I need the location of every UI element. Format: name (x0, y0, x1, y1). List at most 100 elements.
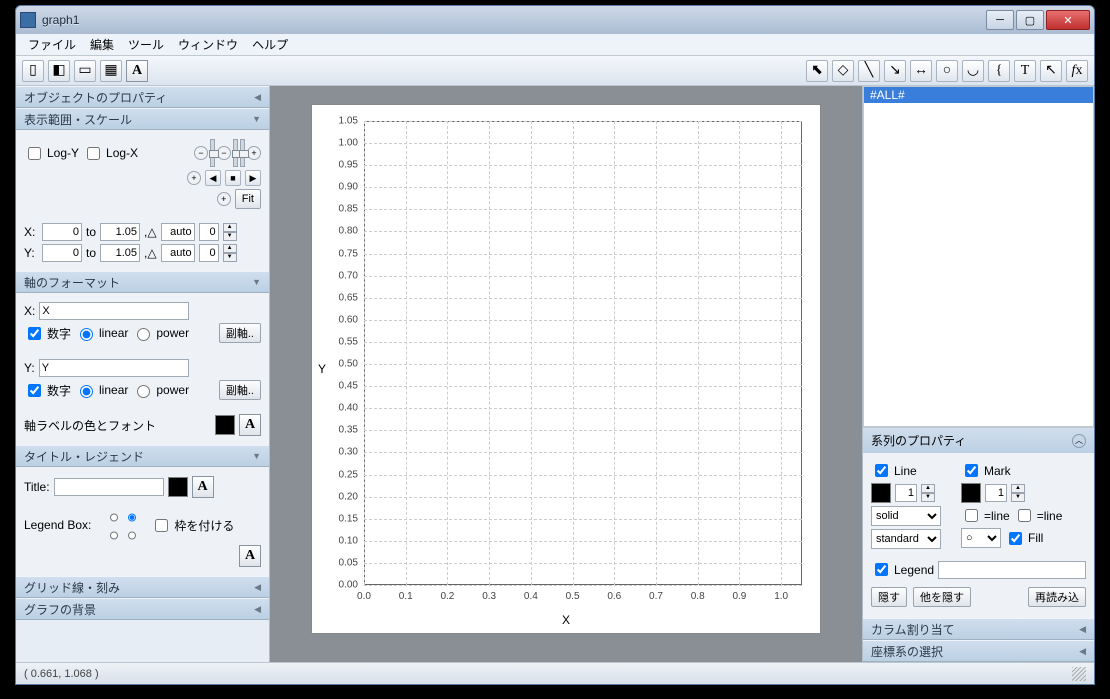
line-width-spinner[interactable]: ▲▼ (921, 484, 935, 502)
x-to-input[interactable] (100, 223, 140, 241)
select-tool[interactable]: ↖ (1040, 60, 1062, 82)
pointer-tool[interactable]: ⬉ (806, 60, 828, 82)
arc-tool[interactable]: ◡ (962, 60, 984, 82)
y-from-input[interactable] (42, 244, 82, 262)
section-axis-format[interactable]: 軸のフォーマット▼ (16, 271, 269, 293)
font-button[interactable]: A (126, 60, 148, 82)
section-series-properties[interactable]: 系列のプロパティ︿ (863, 428, 1094, 453)
series-item-all[interactable]: #ALL# (864, 87, 1093, 103)
legend-frame-checkbox[interactable]: 枠を付ける (151, 516, 234, 535)
minimize-button[interactable]: ─ (986, 10, 1014, 30)
logy-checkbox[interactable]: Log-Y (24, 144, 79, 163)
zoom-in-icon[interactable]: + (247, 146, 261, 160)
title-font-button[interactable]: A (192, 476, 214, 498)
line-checkbox[interactable]: Line (871, 461, 917, 480)
scale-slider-1[interactable] (210, 139, 215, 167)
axis-color-swatch[interactable] (215, 415, 235, 435)
scale-slider-3[interactable] (240, 139, 245, 167)
text-tool[interactable]: T (1014, 60, 1036, 82)
mark-eqline-checkbox[interactable]: =line (961, 506, 1010, 525)
close-button[interactable]: ✕ (1046, 10, 1090, 30)
menu-file[interactable]: ファイル (22, 34, 82, 55)
line-color-swatch[interactable] (871, 483, 891, 503)
layout3-button[interactable]: ▭ (74, 60, 96, 82)
section-range-scale[interactable]: 表示範囲・スケール▼ (16, 108, 269, 130)
plot-area[interactable] (364, 121, 802, 585)
menu-tool[interactable]: ツール (122, 34, 170, 55)
mark-shape-select[interactable]: ○ (961, 528, 1001, 548)
x-num-checkbox[interactable]: 数字 (24, 324, 71, 343)
menu-edit[interactable]: 編集 (84, 34, 120, 55)
legend-checkbox[interactable]: Legend (871, 560, 934, 579)
zoom-in-y-icon[interactable]: + (187, 171, 201, 185)
y-power-radio[interactable]: power (132, 382, 189, 398)
brace-tool[interactable]: { (988, 60, 1010, 82)
section-coord-select[interactable]: 座標系の選択◀ (863, 640, 1094, 662)
titlebar[interactable]: graph1 ─ ▢ ✕ (16, 6, 1094, 34)
y-step-input[interactable] (199, 244, 219, 262)
x-from-input[interactable] (42, 223, 82, 241)
line-style-select[interactable]: solid (871, 506, 941, 526)
menu-window[interactable]: ウィンドウ (172, 34, 244, 55)
nav-stop-icon[interactable]: ■ (225, 170, 241, 186)
nav-left-icon[interactable]: ◀ (205, 170, 221, 186)
zoom-out-y-icon[interactable]: − (194, 146, 208, 160)
axis-font-button[interactable]: A (239, 414, 261, 436)
hide-others-button[interactable]: 他を隠す (913, 587, 971, 607)
layout2-button[interactable]: ◧ (48, 60, 70, 82)
line-type-select[interactable]: standard (871, 529, 941, 549)
section-background[interactable]: グラフの背景◀ (16, 598, 269, 620)
series-list[interactable]: #ALL# (863, 86, 1094, 427)
layout4-button[interactable]: ▦ (100, 60, 122, 82)
x-step-input[interactable] (199, 223, 219, 241)
y-spinner[interactable]: ▲▼ (223, 244, 237, 262)
fx-tool[interactable]: fx (1066, 60, 1088, 82)
logx-checkbox[interactable]: Log-X (83, 144, 138, 163)
x-spinner[interactable]: ▲▼ (223, 223, 237, 241)
x-subaxis-button[interactable]: 副軸.. (219, 323, 261, 343)
plot-viewport[interactable]: Y X 0.00.10.20.30.40.50.60.70.80.91.00.0… (270, 86, 862, 662)
legend-pos-3[interactable] (110, 529, 118, 542)
title-input[interactable] (54, 478, 164, 496)
circle-tool[interactable]: ○ (936, 60, 958, 82)
nav-right-icon[interactable]: ▶ (245, 170, 261, 186)
y-subaxis-button[interactable]: 副軸.. (219, 380, 261, 400)
arrow-tool[interactable]: ↘ (884, 60, 906, 82)
line-width-input[interactable] (895, 484, 917, 502)
double-arrow-tool[interactable]: ↔ (910, 60, 932, 82)
x-linear-radio[interactable]: linear (75, 325, 128, 341)
line-tool[interactable]: ╲ (858, 60, 880, 82)
title-color-swatch[interactable] (168, 477, 188, 497)
fit-button[interactable]: Fit (235, 189, 261, 209)
resize-grip-icon[interactable] (1072, 667, 1086, 681)
section-title-legend[interactable]: タイトル・レジェンド▼ (16, 445, 269, 467)
menu-help[interactable]: ヘルプ (246, 34, 294, 55)
mark-fill-checkbox[interactable]: Fill (1005, 529, 1043, 548)
legend-pos-2[interactable] (128, 511, 136, 524)
legend-text-input[interactable] (938, 561, 1086, 579)
hide-button[interactable]: 隠す (871, 587, 907, 607)
mark-size-input[interactable] (985, 484, 1007, 502)
mark-size-spinner[interactable]: ▲▼ (1011, 484, 1025, 502)
scale-slider-2[interactable] (233, 139, 238, 167)
y-num-checkbox[interactable]: 数字 (24, 381, 71, 400)
mark-eqline2-checkbox[interactable]: =line (1014, 506, 1063, 525)
y-to-input[interactable] (100, 244, 140, 262)
legend-pos-4[interactable] (128, 529, 136, 542)
y-label-input[interactable] (39, 359, 189, 377)
eraser-tool[interactable]: ◇ (832, 60, 854, 82)
y-auto-input[interactable] (161, 244, 195, 262)
x-power-radio[interactable]: power (132, 325, 189, 341)
layout1-button[interactable]: ▯ (22, 60, 44, 82)
y-linear-radio[interactable]: linear (75, 382, 128, 398)
zoom-icon[interactable]: + (217, 192, 231, 206)
reload-button[interactable]: 再読み込 (1028, 587, 1086, 607)
collapse-icon[interactable]: ︿ (1072, 434, 1086, 448)
x-auto-input[interactable] (161, 223, 195, 241)
mark-color-swatch[interactable] (961, 483, 981, 503)
section-column-assign[interactable]: カラム割り当て◀ (863, 618, 1094, 640)
mark-checkbox[interactable]: Mark (961, 461, 1011, 480)
section-object-properties[interactable]: オブジェクトのプロパティ◀ (16, 86, 269, 108)
x-label-input[interactable] (39, 302, 189, 320)
maximize-button[interactable]: ▢ (1016, 10, 1044, 30)
